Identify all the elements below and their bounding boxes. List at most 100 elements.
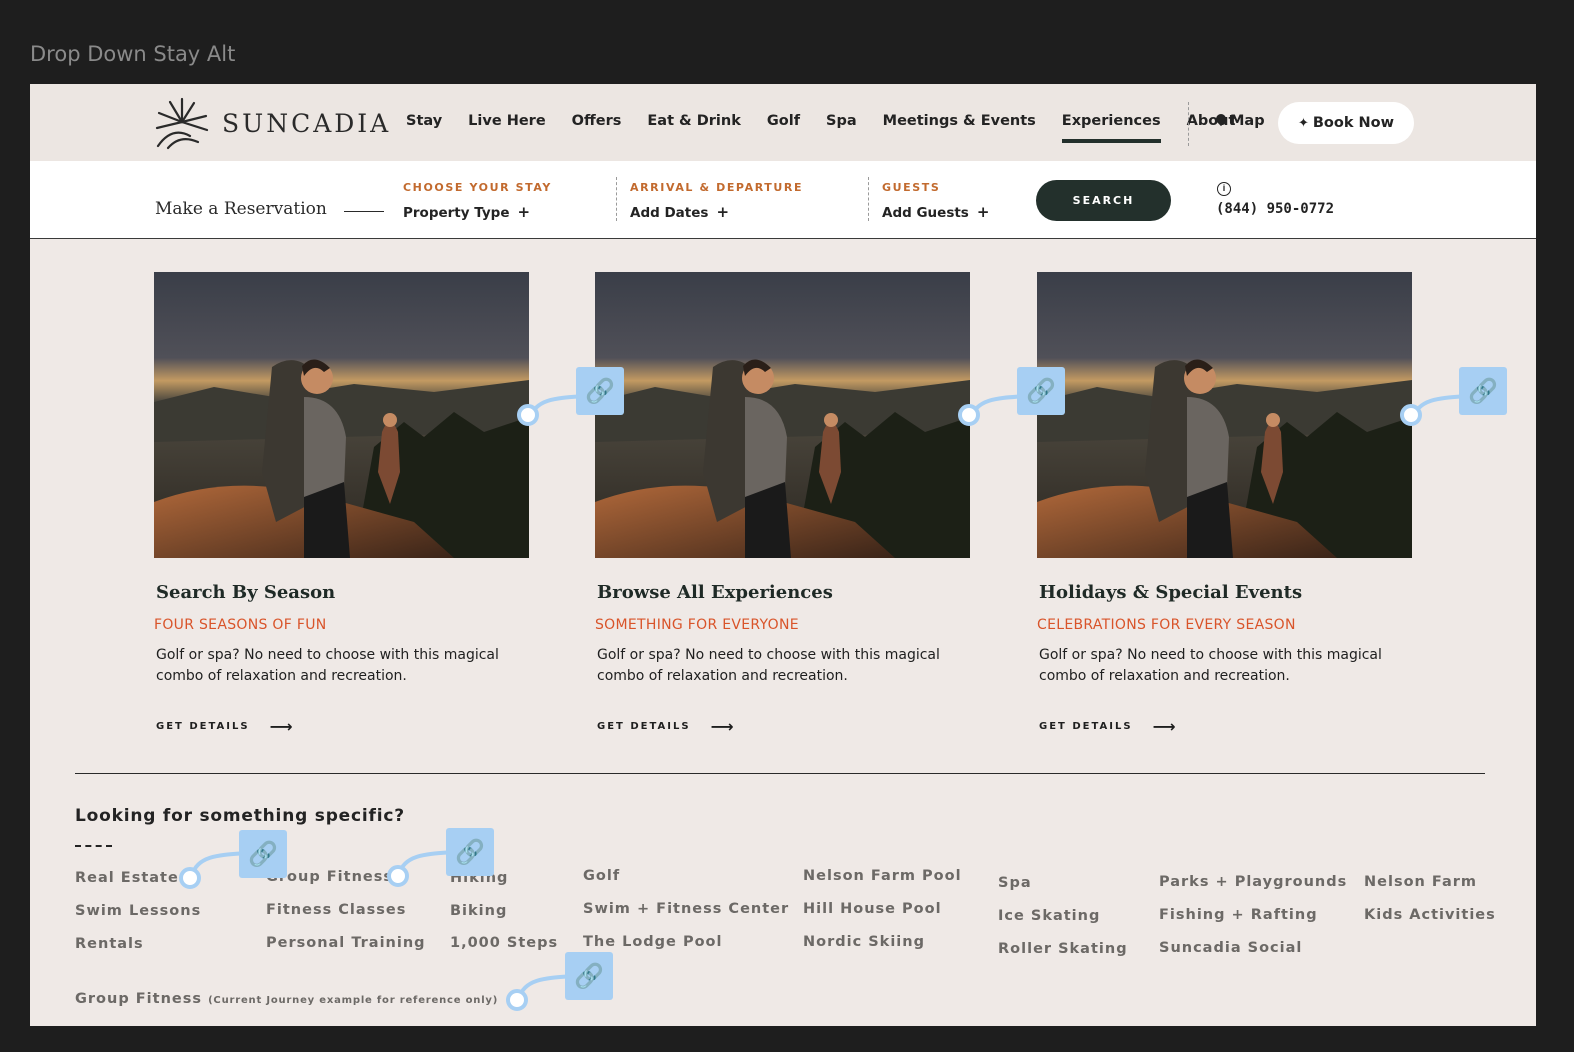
property-type-field[interactable]: CHOOSE YOUR STAY Property Type + <box>403 181 552 221</box>
field-divider <box>868 177 869 221</box>
category-link[interactable]: Nelson Farm Pool <box>803 868 962 884</box>
arrow-right-icon: ⟶ <box>710 717 734 736</box>
field-label: GUESTS <box>882 181 941 194</box>
nav-item-spa[interactable]: Spa <box>826 113 857 129</box>
hikers-photo <box>1037 272 1412 558</box>
category-link[interactable]: Swim + Fitness Center <box>583 901 789 917</box>
field-label: CHOOSE YOUR STAY <box>403 181 553 194</box>
category-link[interactable]: Nelson Farm <box>1364 874 1477 890</box>
category-link[interactable]: Swim Lessons <box>75 903 201 919</box>
category-link[interactable]: Kids Activities <box>1364 907 1496 923</box>
category-link[interactable]: Nordic Skiing <box>803 934 925 950</box>
specific-heading: Looking for something specific? <box>75 806 405 826</box>
field-value: Property Type <box>403 205 510 221</box>
cta-label: GET DETAILS <box>597 721 691 732</box>
category-link[interactable]: Ice Skating <box>998 908 1100 924</box>
category-link[interactable]: Real Estate <box>75 870 179 886</box>
field-value: Add Dates <box>630 205 709 221</box>
category-link[interactable]: Fishing + Rafting <box>1159 907 1318 923</box>
get-details-link[interactable]: GET DETAILS ⟶ <box>156 717 530 736</box>
plus-icon: + <box>976 203 990 221</box>
main-nav: SUNCADIA Stay Live Here Offers Eat & Dri… <box>30 84 1536 161</box>
category-link[interactable]: Biking <box>450 903 507 919</box>
info-icon: i <box>1217 182 1231 196</box>
sun-logo-icon <box>155 97 209 150</box>
prototype-hotspot[interactable] <box>1400 404 1422 426</box>
category-link[interactable]: Fitness Classes <box>266 902 406 918</box>
map-link[interactable]: Map <box>1213 111 1265 129</box>
brand-name: SUNCADIA <box>222 108 392 138</box>
nav-links: Stay Live Here Offers Eat & Drink Golf S… <box>406 113 1261 143</box>
get-details-link[interactable]: GET DETAILS ⟶ <box>1039 717 1413 736</box>
arrow-right-icon: ⟶ <box>269 717 293 736</box>
category-link[interactable]: 1,000 Steps <box>450 935 558 951</box>
frame-label: Drop Down Stay Alt <box>30 42 236 66</box>
prototype-hotspot[interactable] <box>179 867 201 889</box>
reservation-title: Make a Reservation <box>155 199 327 219</box>
card-title: Search By Season <box>156 582 336 603</box>
category-link[interactable]: Parks + Playgrounds <box>1159 874 1347 890</box>
plus-icon: + <box>517 203 531 221</box>
category-link[interactable]: Roller Skating <box>998 941 1128 957</box>
nav-item-eat-drink[interactable]: Eat & Drink <box>647 113 741 129</box>
logo[interactable]: SUNCADIA <box>154 96 391 150</box>
prototype-hotspot[interactable] <box>506 989 528 1011</box>
sparkle-icon: ✦ <box>1297 115 1309 131</box>
prototype-link-icon[interactable]: 🔗 <box>1017 367 1065 415</box>
nav-item-live-here[interactable]: Live Here <box>468 113 546 129</box>
nav-divider <box>1188 102 1189 146</box>
current-journey-link: Group Fitness <box>75 991 202 1007</box>
get-details-link[interactable]: GET DETAILS ⟶ <box>597 717 971 736</box>
category-link[interactable]: Golf <box>583 868 620 884</box>
current-journey-label[interactable]: Group Fitness (Current Journey example f… <box>75 991 498 1007</box>
cta-label: GET DETAILS <box>1039 721 1133 732</box>
experience-card[interactable]: Browse All Experiences SOMETHING FOR EVE… <box>595 272 971 736</box>
book-now-button[interactable]: ✦ Book Now <box>1278 102 1414 144</box>
category-link[interactable]: Suncadia Social <box>1159 940 1302 956</box>
artboard: SUNCADIA Stay Live Here Offers Eat & Dri… <box>30 84 1536 1026</box>
experience-card[interactable]: Search By Season FOUR SEASONS OF FUN Gol… <box>154 272 530 736</box>
nav-item-golf[interactable]: Golf <box>767 113 800 129</box>
nav-item-stay[interactable]: Stay <box>406 113 442 129</box>
card-title: Holidays & Special Events <box>1039 582 1303 603</box>
card-subtitle: CELEBRATIONS FOR EVERY SEASON <box>1037 617 1296 633</box>
guests-field[interactable]: GUESTS Add Guests + <box>882 181 989 221</box>
reservation-title-rule <box>344 211 384 212</box>
card-subtitle: SOMETHING FOR EVERYONE <box>595 617 799 633</box>
category-link[interactable]: Rentals <box>75 936 144 952</box>
category-link[interactable]: Hill House Pool <box>803 901 942 917</box>
prototype-link-icon[interactable]: 🔗 <box>239 830 287 878</box>
prototype-link-icon[interactable]: 🔗 <box>446 828 494 876</box>
map-label: Map <box>1230 113 1265 129</box>
nav-item-offers[interactable]: Offers <box>572 113 622 129</box>
field-value: Add Guests <box>882 205 969 221</box>
current-journey-note: (Current Journey example for reference o… <box>208 995 499 1006</box>
category-link[interactable]: Spa <box>998 875 1032 891</box>
phone-number[interactable]: (844) 950-0772 <box>1216 201 1334 217</box>
prototype-link-icon[interactable]: 🔗 <box>1459 367 1507 415</box>
nav-item-experiences[interactable]: Experiences <box>1061 113 1161 143</box>
prototype-hotspot[interactable] <box>517 404 539 426</box>
prototype-link-icon[interactable]: 🔗 <box>565 952 613 1000</box>
prototype-link-icon[interactable]: 🔗 <box>576 367 624 415</box>
prototype-hotspot[interactable] <box>387 865 409 887</box>
search-button[interactable]: SEARCH <box>1036 180 1171 221</box>
experience-card[interactable]: Holidays & Special Events CELEBRATIONS F… <box>1037 272 1413 736</box>
card-subtitle: FOUR SEASONS OF FUN <box>154 617 327 633</box>
cta-label: GET DETAILS <box>156 721 250 732</box>
field-label: ARRIVAL & DEPARTURE <box>630 181 804 194</box>
nav-item-meetings-events[interactable]: Meetings & Events <box>883 113 1036 129</box>
card-description: Golf or spa? No need to choose with this… <box>597 647 940 684</box>
field-divider <box>616 177 617 221</box>
hikers-photo <box>595 272 970 558</box>
book-now-label: Book Now <box>1312 115 1395 131</box>
hikers-photo <box>154 272 529 558</box>
arrow-right-icon: ⟶ <box>1152 717 1176 736</box>
card-description: Golf or spa? No need to choose with this… <box>156 647 499 684</box>
category-link[interactable]: Personal Training <box>266 935 426 951</box>
card-title: Browse All Experiences <box>597 582 833 603</box>
card-description: Golf or spa? No need to choose with this… <box>1039 647 1382 684</box>
dates-field[interactable]: ARRIVAL & DEPARTURE Add Dates + <box>630 181 803 221</box>
category-link[interactable]: The Lodge Pool <box>583 934 722 950</box>
prototype-hotspot[interactable] <box>958 404 980 426</box>
